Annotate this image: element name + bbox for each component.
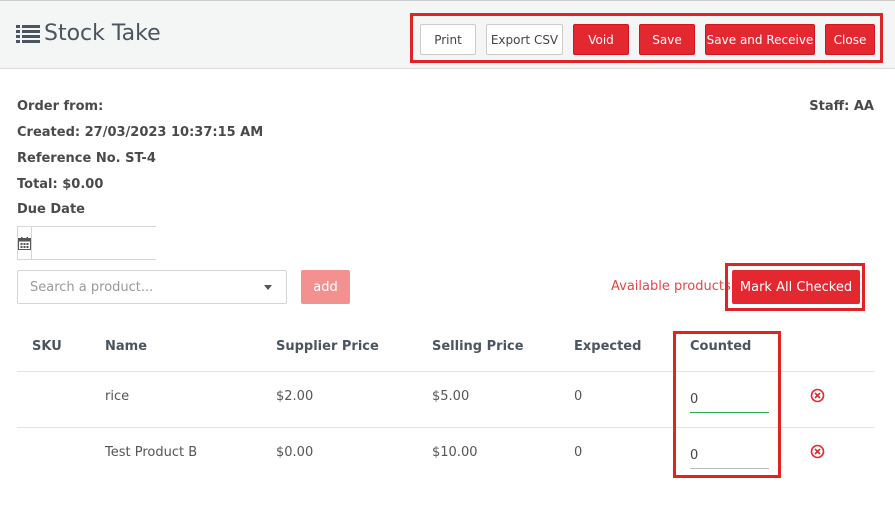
print-button[interactable]: Print xyxy=(420,24,476,55)
calendar-button[interactable] xyxy=(18,227,32,259)
due-date-field xyxy=(17,226,220,260)
remove-circle-icon[interactable] xyxy=(810,388,825,403)
due-date-label: Due Date xyxy=(17,202,85,217)
cell-supplier-price: $0.00 xyxy=(276,445,314,460)
column-header-supplier-price: Supplier Price xyxy=(276,339,379,354)
calendar-icon xyxy=(18,236,31,250)
toolbar-highlight: Print Export CSV Void Save Save and Rece… xyxy=(410,13,883,63)
reference-label: Reference No. ST-4 xyxy=(17,151,156,166)
save-and-receive-button[interactable]: Save and Receive xyxy=(705,24,815,55)
cell-name: Test Product B xyxy=(105,445,198,460)
list-icon xyxy=(16,24,40,43)
order-from-label: Order from: xyxy=(17,99,104,114)
mark-all-checked-button[interactable]: Mark All Checked xyxy=(732,270,860,304)
add-button[interactable]: add xyxy=(301,270,350,304)
available-products-link[interactable]: Available products xyxy=(611,279,731,294)
cell-expected: 0 xyxy=(574,389,583,404)
export-csv-button[interactable]: Export CSV xyxy=(486,24,563,55)
staff-label: Staff: AA xyxy=(809,99,874,114)
page-title: Stock Take xyxy=(44,21,161,46)
column-header-name: Name xyxy=(105,339,148,354)
cell-name: rice xyxy=(105,389,130,404)
title-group: Stock Take xyxy=(16,21,161,46)
counted-column-highlight xyxy=(673,331,781,478)
column-header-expected: Expected xyxy=(574,339,642,354)
product-search-select[interactable]: Search a product... xyxy=(17,270,287,304)
cell-selling-price: $5.00 xyxy=(432,389,470,404)
cell-selling-price: $10.00 xyxy=(432,445,478,460)
search-placeholder: Search a product... xyxy=(30,279,154,295)
column-header-selling-price: Selling Price xyxy=(432,339,524,354)
due-date-input[interactable] xyxy=(32,227,220,259)
close-button[interactable]: Close xyxy=(825,24,875,55)
save-button[interactable]: Save xyxy=(639,24,695,55)
cell-expected: 0 xyxy=(574,445,583,460)
total-label: Total: $0.00 xyxy=(17,177,104,192)
cell-supplier-price: $2.00 xyxy=(276,389,314,404)
remove-circle-icon[interactable] xyxy=(810,444,825,459)
column-header-sku: SKU xyxy=(32,339,62,354)
void-button[interactable]: Void xyxy=(573,24,629,55)
chevron-down-icon xyxy=(264,284,272,290)
created-label: Created: 27/03/2023 10:37:15 AM xyxy=(17,125,264,140)
